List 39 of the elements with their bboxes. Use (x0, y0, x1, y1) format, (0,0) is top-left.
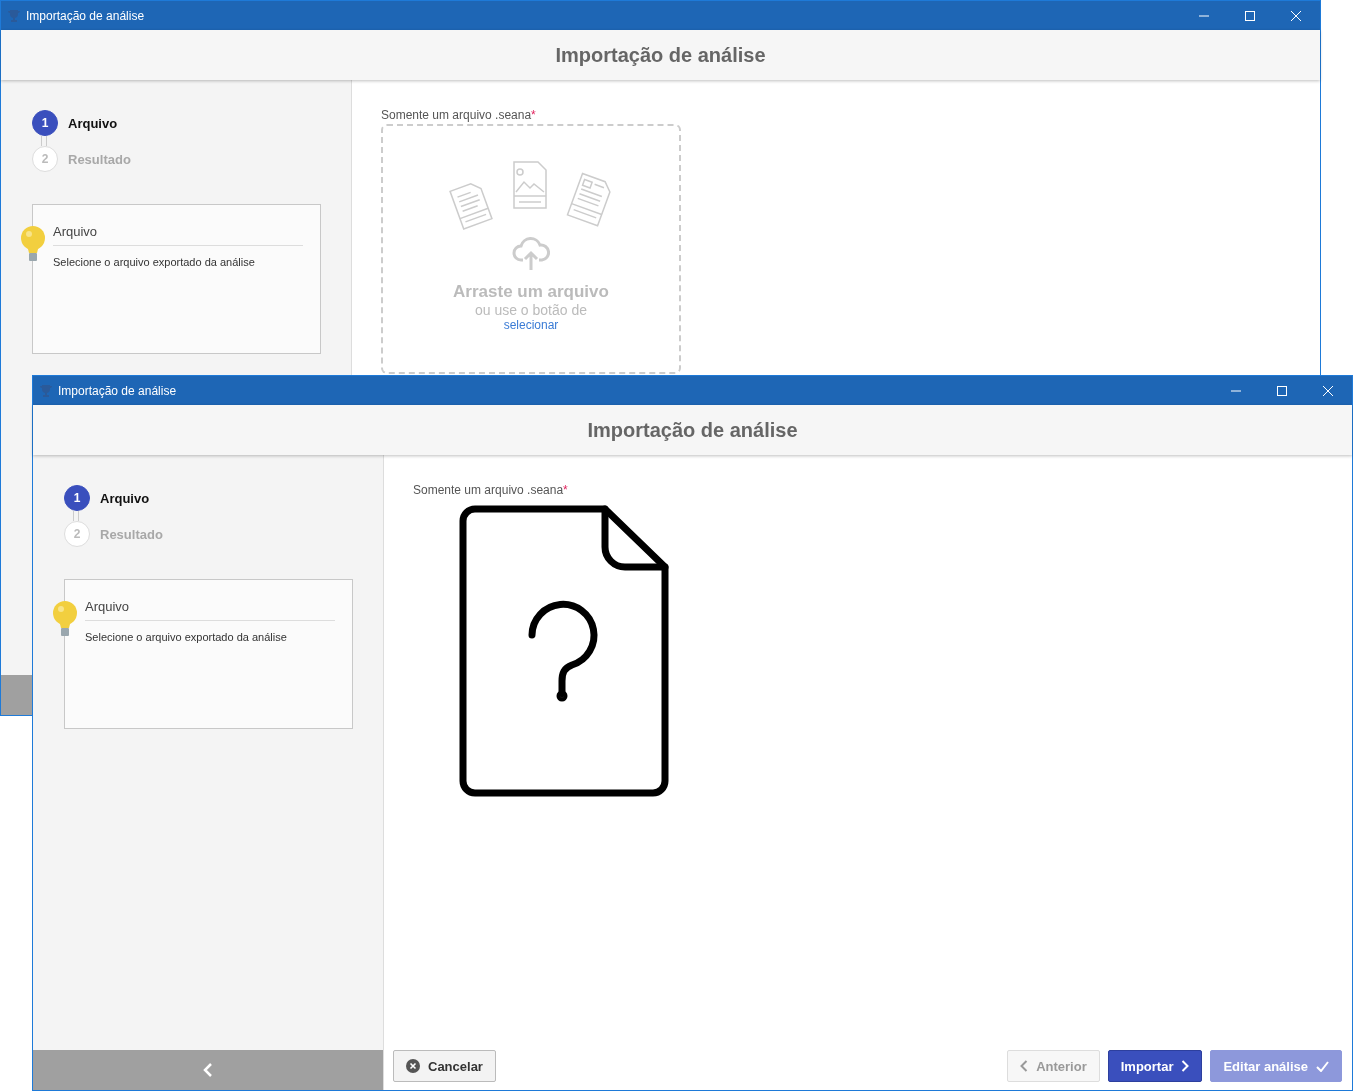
trophy-icon (7, 8, 21, 23)
step-label: Resultado (68, 151, 131, 167)
select-link[interactable]: selecionar (503, 318, 559, 332)
help-text: Selecione o arquivo exportado da análise (53, 256, 256, 268)
dialog-heading: Importação de análise (555, 43, 766, 67)
step-number: 1 (32, 110, 58, 136)
cancel-button[interactable]: Cancelar (393, 1050, 496, 1082)
next-button[interactable]: Importar (1107, 1050, 1203, 1082)
dialog-heading: Importação de análise (587, 418, 798, 442)
help-text: Selecione o arquivo exportado da análise (85, 631, 288, 643)
help-title: Arquivo (53, 224, 303, 246)
step-label: Arquivo (100, 490, 150, 506)
dropzone-title: Arraste um arquivo (453, 282, 609, 302)
wizard-step[interactable]: 1 Arquivo (64, 485, 352, 511)
chevron-right-icon (1181, 1060, 1190, 1072)
chevron-left-icon (1020, 1060, 1029, 1072)
close-icon[interactable] (1322, 384, 1334, 397)
help-title: Arquivo (85, 599, 335, 621)
step-label: Resultado (100, 526, 163, 542)
step-number: 1 (64, 485, 90, 511)
window-title: Importação de análise (26, 8, 145, 23)
maximize-icon[interactable] (1244, 9, 1256, 22)
maximize-icon[interactable] (1276, 384, 1288, 397)
trophy-icon (39, 383, 53, 398)
unknown-file-icon (459, 505, 669, 797)
chevron-left-icon (203, 1063, 213, 1077)
cloud-upload-icon (512, 236, 550, 272)
wizard-step[interactable]: 1 Arquivo (32, 110, 320, 136)
checkmark-icon (1316, 1060, 1329, 1072)
close-circle-icon (406, 1059, 420, 1073)
step-label: Arquivo (68, 115, 118, 131)
step-number: 2 (64, 521, 90, 547)
window-title: Importação de análise (58, 383, 177, 398)
dropzone-hint: ou use o botão de (474, 302, 588, 318)
field-label: Somente um arquivo .seana* (413, 483, 569, 497)
close-icon[interactable] (1290, 9, 1302, 22)
file-dropzone[interactable]: Arraste um arquivo ou use o botão de selecionar (381, 124, 681, 374)
field-label: Somente um arquivo .seana* (381, 108, 537, 122)
step-number: 2 (32, 146, 58, 172)
